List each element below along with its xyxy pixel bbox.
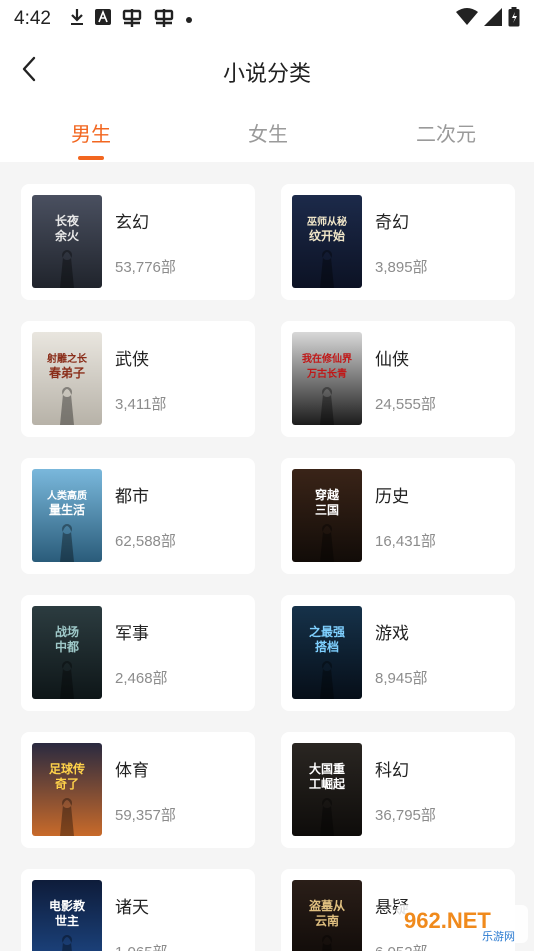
category-card[interactable]: 巫师从秘 纹开始 奇幻 3,895部 bbox=[281, 184, 515, 300]
category-card[interactable]: 大国重 工崛起 科幻 36,795部 bbox=[281, 732, 515, 848]
book-cover-image: 我在修仙界 万古长青 bbox=[292, 332, 362, 425]
cover-title-text: 长夜 bbox=[55, 213, 80, 228]
book-cover-image: 盗墓从 云南 bbox=[292, 880, 362, 951]
book-cover-image: 穿越 三国 bbox=[292, 469, 362, 562]
book-cover-image: 巫师从秘 纹开始 bbox=[292, 195, 362, 288]
category-book-count: 62,588部 bbox=[115, 533, 176, 550]
cover-title-text: 巫师从秘 bbox=[307, 215, 347, 228]
category-book-count: 1,065部 bbox=[115, 941, 168, 951]
cover-title-text: 云南 bbox=[315, 913, 339, 928]
page-title: 小说分类 bbox=[222, 62, 311, 87]
tab-female[interactable]: 女生 bbox=[193, 118, 343, 147]
category-card[interactable]: 人类高质 量生活 都市 62,588部 bbox=[21, 458, 255, 574]
dot-icon bbox=[185, 10, 193, 28]
cover-title-text: 工崛起 bbox=[309, 776, 346, 791]
category-name: 仙侠 bbox=[375, 350, 409, 370]
cover-title-text: 电影教 bbox=[49, 898, 86, 913]
category-name: 武侠 bbox=[115, 350, 149, 370]
category-card[interactable]: 电影教世主诸天1,065部 bbox=[21, 869, 255, 951]
category-book-count: 53,776部 bbox=[115, 259, 176, 276]
cover-title-text: 之最强 bbox=[309, 624, 345, 639]
status-notification-icons bbox=[69, 8, 193, 31]
cover-title-text: 穿越 bbox=[315, 487, 340, 502]
app-header: 小说分类 bbox=[0, 38, 534, 104]
category-card[interactable]: 足球传 奇了 体育 59,357部 bbox=[21, 732, 255, 848]
cover-title-text: 足球传 bbox=[49, 761, 85, 776]
category-grid: 长夜 余火 玄幻 53,776部 巫师从秘 纹开始 奇幻 3,895部 射雕之长 春弟子 武侠 3,4… bbox=[0, 162, 534, 951]
category-name: 诸天 bbox=[115, 898, 149, 918]
active-tab-indicator bbox=[78, 156, 104, 160]
category-book-count: 3,895部 bbox=[375, 259, 428, 276]
category-card[interactable]: 射雕之长 春弟子 武侠 3,411部 bbox=[21, 321, 255, 437]
category-name: 军事 bbox=[115, 624, 149, 644]
a-box-icon bbox=[94, 9, 111, 29]
cover-title-text: 盗墓从 bbox=[309, 898, 345, 913]
wifi-icon bbox=[456, 8, 478, 30]
book-cover-image: 长夜 余火 bbox=[32, 195, 102, 288]
cover-title-text: 人类高质 bbox=[47, 489, 87, 502]
status-bar: 4:42 bbox=[0, 0, 534, 38]
category-name: 体育 bbox=[115, 761, 149, 781]
app-icon bbox=[121, 8, 143, 31]
cover-title-text: 余火 bbox=[54, 228, 80, 243]
download-icon bbox=[69, 8, 85, 30]
category-book-count: 3,411部 bbox=[115, 396, 167, 413]
book-cover-image: 之最强 搭档 bbox=[292, 606, 362, 699]
category-card[interactable]: 之最强 搭档 游戏 8,945部 bbox=[281, 595, 515, 711]
cover-title-text: 战场 bbox=[55, 624, 79, 639]
cover-title-text: 纹开始 bbox=[309, 228, 345, 243]
book-cover-image: 人类高质 量生活 bbox=[32, 469, 102, 562]
cover-title-text: 三国 bbox=[315, 503, 339, 517]
status-time: 4:42 bbox=[14, 8, 51, 29]
cover-title-text: 大国重 bbox=[309, 761, 345, 776]
watermark-text: 962.NET bbox=[404, 908, 491, 933]
cover-title-text: 我在修仙界 bbox=[302, 352, 352, 365]
cover-title-text: 奇了 bbox=[55, 776, 79, 791]
category-card[interactable]: 我在修仙界 万古长青 仙侠 24,555部 bbox=[281, 321, 515, 437]
cover-title-text: 中都 bbox=[55, 639, 79, 654]
status-system-icons bbox=[456, 7, 520, 31]
cover-title-text: 射雕之长 bbox=[46, 352, 88, 365]
category-card[interactable]: 穿越 三国 历史 16,431部 bbox=[281, 458, 515, 574]
tab-male[interactable]: 男生 bbox=[16, 118, 166, 147]
tab-anime[interactable]: 二次元 bbox=[371, 118, 521, 147]
book-cover-image: 大国重 工崛起 bbox=[292, 743, 362, 836]
battery-icon bbox=[508, 7, 520, 31]
category-book-count: 59,357部 bbox=[115, 807, 176, 824]
signal-icon bbox=[484, 8, 502, 30]
category-name: 科幻 bbox=[375, 761, 409, 781]
category-name: 游戏 bbox=[375, 624, 409, 644]
category-name: 都市 bbox=[115, 487, 149, 507]
gender-tabs: 男生 女生 二次元 bbox=[0, 104, 534, 162]
category-name: 奇幻 bbox=[375, 213, 409, 233]
category-card[interactable]: 战场 中都 军事 2,468部 bbox=[21, 595, 255, 711]
category-book-count: 16,431部 bbox=[375, 533, 436, 550]
book-cover-image: 射雕之长 春弟子 bbox=[32, 332, 102, 425]
app-icon bbox=[153, 8, 175, 31]
category-book-count: 24,555部 bbox=[375, 396, 436, 413]
site-watermark-logo: 962.NET 乐游网 bbox=[396, 903, 528, 945]
watermark-sub: 乐游网 bbox=[482, 930, 515, 943]
category-book-count: 2,468部 bbox=[115, 670, 168, 687]
category-book-count: 8,945部 bbox=[375, 670, 428, 687]
book-cover-image: 战场 中都 bbox=[32, 606, 102, 699]
category-name: 玄幻 bbox=[115, 213, 149, 233]
category-card[interactable]: 长夜 余火 玄幻 53,776部 bbox=[21, 184, 255, 300]
cover-title-text: 量生活 bbox=[49, 502, 85, 517]
book-cover-image: 电影教 世主 bbox=[32, 880, 102, 951]
cover-title-text: 世主 bbox=[55, 913, 79, 928]
cover-title-text: 春弟子 bbox=[48, 365, 85, 380]
cover-title-text: 万古长青 bbox=[306, 367, 347, 380]
cover-title-text: 搭档 bbox=[315, 639, 339, 654]
category-book-count: 36,795部 bbox=[375, 807, 436, 824]
category-name: 历史 bbox=[375, 487, 409, 507]
book-cover-image: 足球传 奇了 bbox=[32, 743, 102, 836]
